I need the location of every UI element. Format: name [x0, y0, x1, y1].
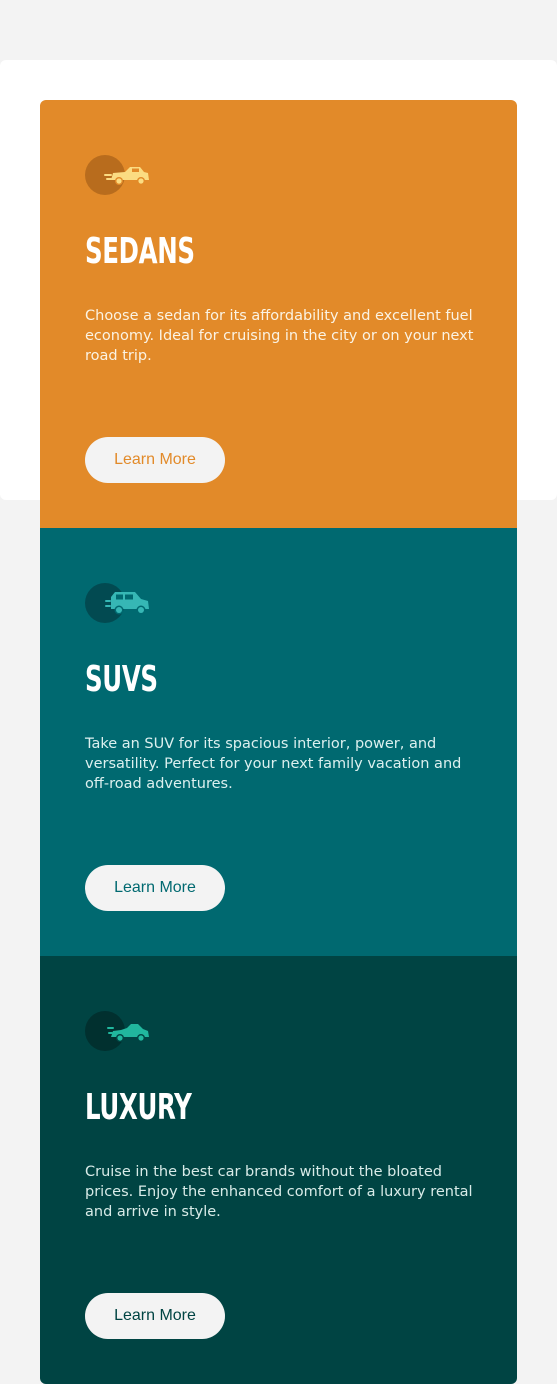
card-suvs: SUVS Take an SUV for its spacious interi… — [40, 528, 517, 956]
learn-more-button[interactable]: Learn More — [85, 1293, 225, 1339]
card-description: Choose a sedan for its affordability and… — [85, 308, 474, 364]
card-title: SEDANS — [85, 231, 195, 272]
luxury-car-icon — [85, 1010, 151, 1052]
card-description: Take an SUV for its spacious interior, p… — [85, 736, 462, 792]
sedan-car-icon — [85, 154, 151, 196]
card-sedans: SEDANS Choose a sedan for its affordabil… — [40, 100, 517, 528]
card-title: LUXURY — [85, 1087, 192, 1128]
suv-car-icon — [85, 582, 151, 624]
card-title: SUVS — [85, 659, 158, 700]
learn-more-button[interactable]: Learn More — [85, 865, 225, 911]
card-description: Cruise in the best car brands without th… — [85, 1164, 473, 1220]
learn-more-button[interactable]: Learn More — [85, 437, 225, 483]
card-luxury: LUXURY Cruise in the best car brands wit… — [40, 956, 517, 1384]
car-category-cards: SEDANS Choose a sedan for its affordabil… — [40, 100, 517, 1384]
